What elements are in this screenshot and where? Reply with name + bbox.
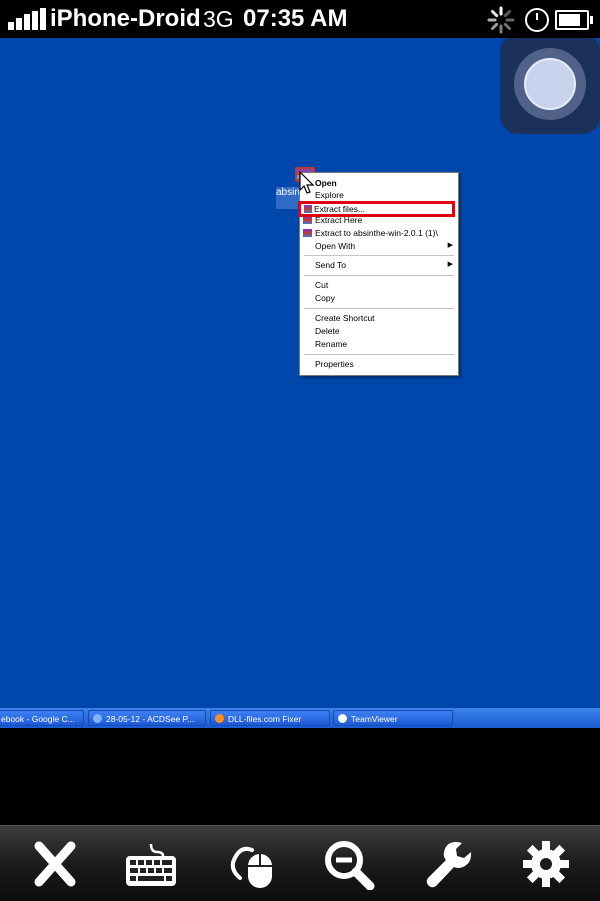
menu-item-open-with[interactable]: Open With ▶: [300, 240, 458, 252]
rar-icon: [303, 216, 312, 224]
dll-fixer-icon: [215, 714, 224, 723]
menu-item-cut[interactable]: Cut: [300, 279, 458, 291]
battery-icon: [555, 10, 593, 30]
tools-button[interactable]: [420, 838, 476, 890]
close-button[interactable]: [27, 838, 83, 890]
rar-icon: [304, 205, 312, 213]
mouse-icon: [230, 846, 272, 888]
status-time: 07:35 AM: [243, 5, 348, 32]
menu-item-send-to[interactable]: Send To ▶: [300, 259, 458, 271]
remote-desktop[interactable]: absint... Open Explore Extract Here Extr…: [0, 38, 600, 708]
assistive-touch-button[interactable]: [500, 38, 600, 134]
menu-item-open[interactable]: Open: [300, 177, 458, 189]
taskbar-item-acdsee[interactable]: 28-05-12 - ACDSee P...: [88, 710, 206, 726]
close-icon: [34, 841, 76, 887]
menu-item-extract-to[interactable]: Extract to absinthe-win-2.0.1 (1)\: [300, 227, 458, 239]
windows-taskbar: ebook - Google C... 28-05-12 - ACDSee P.…: [0, 708, 600, 728]
gear-icon: [523, 841, 569, 887]
taskbar-item-teamviewer[interactable]: TeamViewer: [333, 710, 453, 726]
taskbar-item-google-chrome[interactable]: ebook - Google C...: [0, 710, 84, 726]
rar-icon: [303, 229, 312, 237]
menu-separator: [304, 255, 454, 256]
bottom-toolbar: [0, 825, 600, 901]
menu-item-create-shortcut[interactable]: Create Shortcut: [300, 312, 458, 324]
menu-item-delete[interactable]: Delete: [300, 325, 458, 337]
zoom-out-button[interactable]: [322, 838, 378, 891]
keyboard-icon: [126, 843, 176, 886]
battery-fill: [559, 14, 580, 26]
menu-item-rename[interactable]: Rename: [300, 338, 458, 350]
activity-spinner-icon: [487, 6, 515, 34]
mouse-pointer-icon: [299, 171, 315, 194]
network-type: 3G: [203, 6, 234, 32]
menu-item-extract-files[interactable]: Extract files...: [298, 201, 455, 217]
highlighted-item-label: Extract files...: [314, 204, 366, 214]
menu-separator: [304, 354, 454, 355]
menu-item-properties[interactable]: Properties: [300, 358, 458, 370]
menu-item-explore[interactable]: Explore: [300, 189, 458, 201]
zoom-out-icon: [325, 841, 375, 891]
teamviewer-icon: [338, 714, 347, 723]
taskbar-item-dll-fixer[interactable]: DLL-files.com Fixer: [210, 710, 330, 726]
keyboard-button[interactable]: [123, 838, 179, 890]
menu-item-copy[interactable]: Copy: [300, 292, 458, 304]
menu-separator: [304, 308, 454, 309]
assistive-touch-core: [524, 58, 576, 110]
menu-separator: [304, 275, 454, 276]
alarm-clock-icon: [525, 8, 549, 32]
wrench-icon: [426, 842, 472, 888]
acdsee-icon: [93, 714, 102, 723]
submenu-arrow-icon: ▶: [447, 242, 453, 249]
mouse-button[interactable]: [222, 838, 278, 890]
signal-bars-icon: [8, 8, 48, 30]
submenu-arrow-icon: ▶: [447, 261, 453, 268]
status-bar: iPhone-Droid 3G 07:35 AM: [0, 0, 600, 38]
settings-button[interactable]: [518, 838, 574, 890]
carrier-name: iPhone-Droid: [50, 5, 201, 32]
